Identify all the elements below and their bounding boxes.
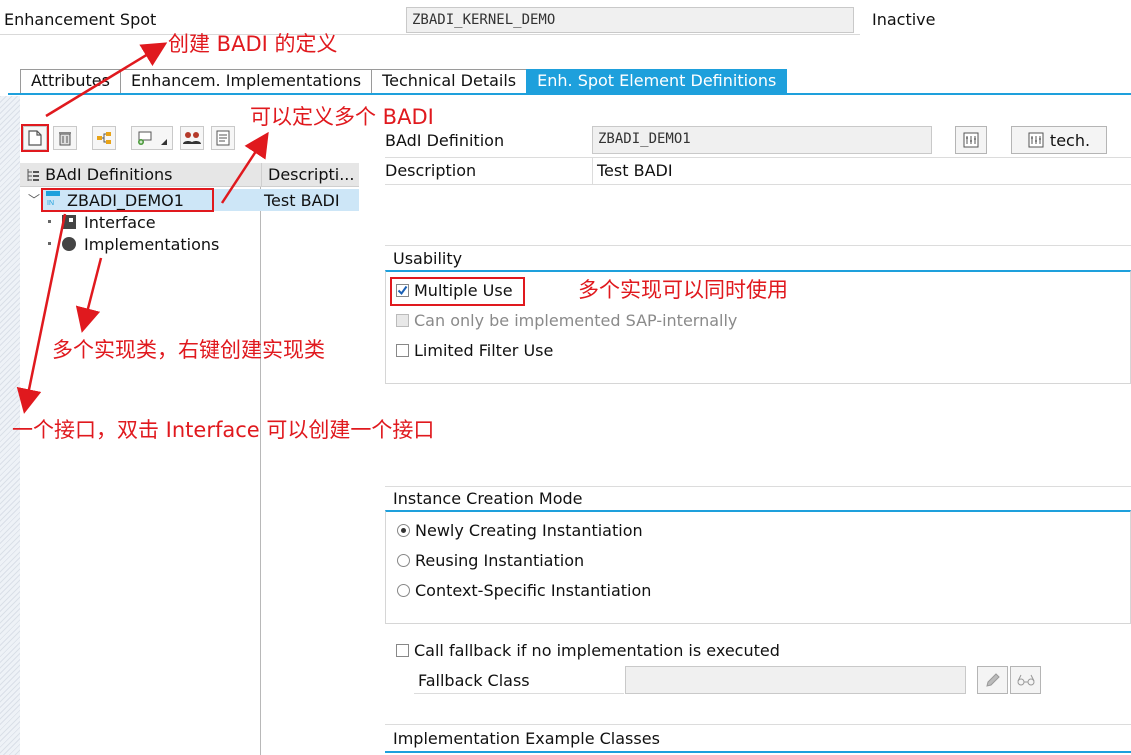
arrow-interface <box>16 213 67 414</box>
arrow-multi-badi <box>220 131 269 204</box>
arrow-impl-classes <box>75 257 103 333</box>
annotation-arrows <box>16 42 269 414</box>
arrow-create-badi <box>45 42 168 118</box>
